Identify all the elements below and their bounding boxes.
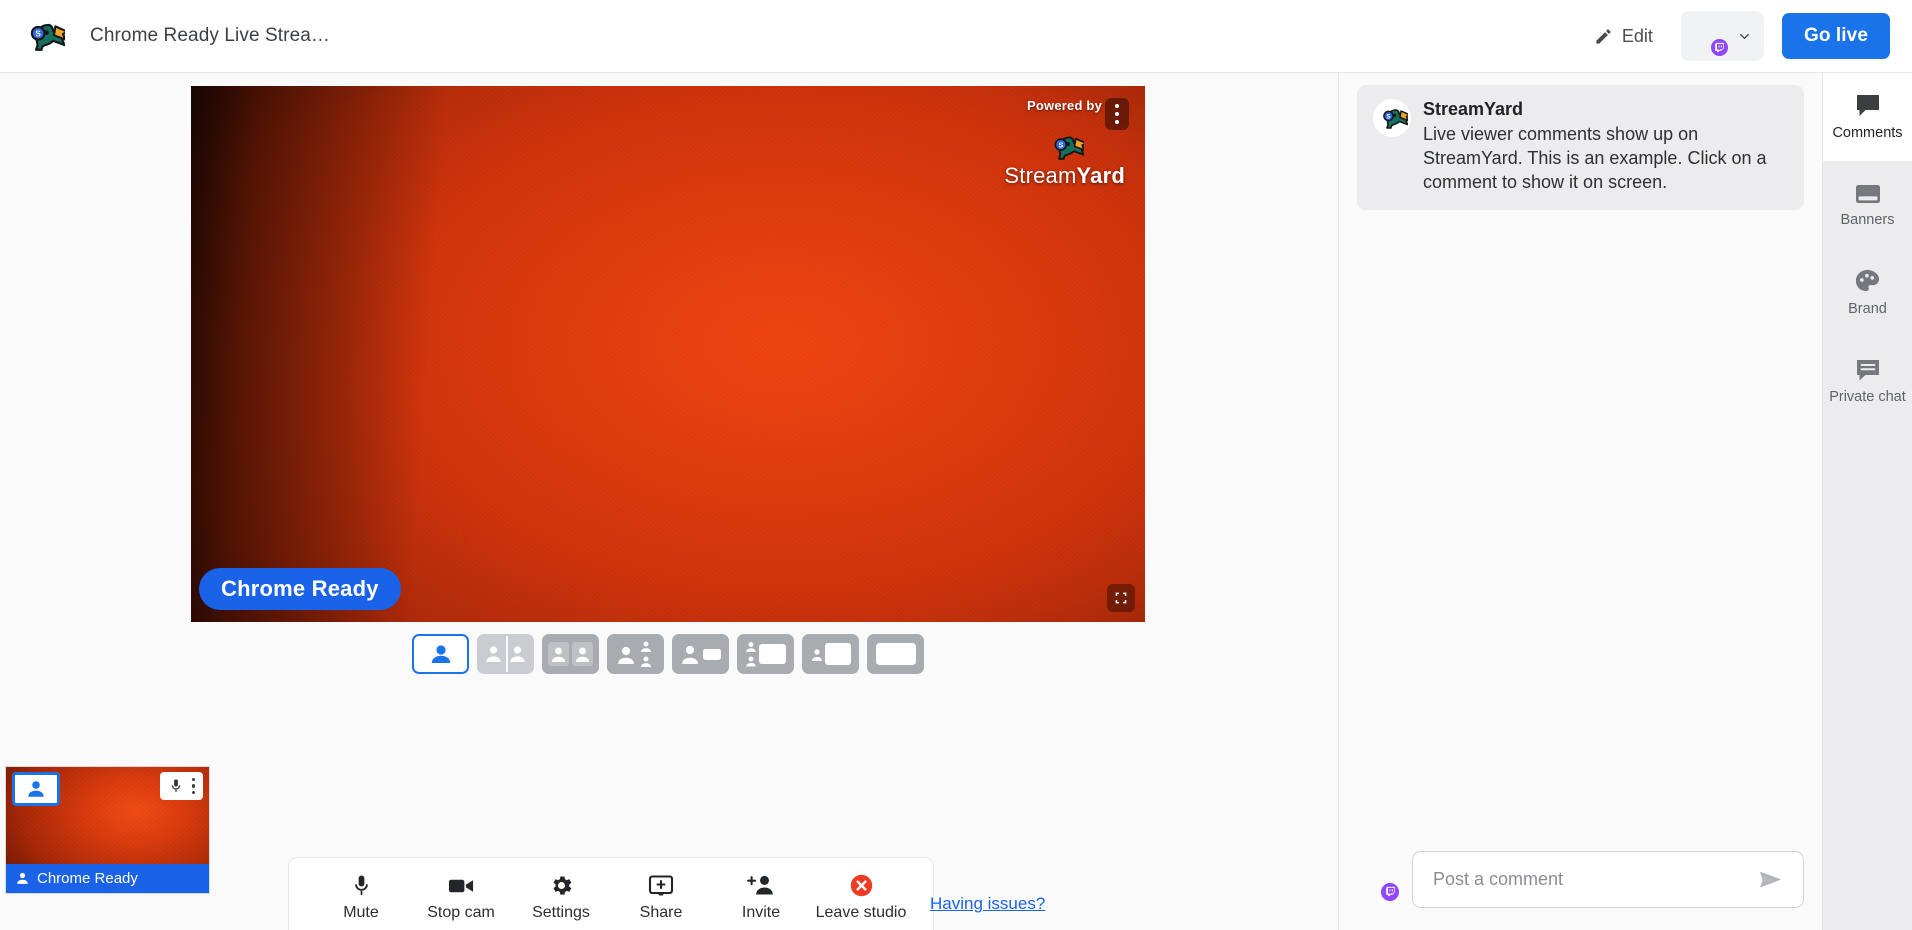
stage-area: Powered by S StreamYard Chrome Ready Chr… [0, 73, 1338, 930]
leave-x-circle-icon [849, 873, 874, 899]
stop-cam-label: Stop cam [427, 903, 495, 921]
rail-item-banners[interactable]: Banners [1823, 161, 1912, 249]
layout-group-two[interactable] [542, 634, 599, 674]
comments-panel: S StreamYard Live viewer comments show u… [1338, 73, 1822, 930]
participant-tile[interactable]: Chrome Ready [5, 766, 210, 894]
comment-author: StreamYard [1423, 99, 1524, 119]
app-header: S Chrome Ready Live Strea… Edit Go live [0, 0, 1912, 73]
rail-item-brand[interactable]: Brand [1823, 249, 1912, 337]
go-live-button[interactable]: Go live [1781, 13, 1890, 59]
palette-icon [1854, 268, 1881, 295]
rail-label-private-chat: Private chat [1829, 388, 1906, 405]
twitch-icon [1708, 37, 1730, 58]
studio-toolbar: Mute Stop cam Settings Share Invite Leav… [288, 857, 934, 930]
share-label: Share [639, 903, 683, 921]
layout-person-screen[interactable] [672, 634, 729, 674]
private-chat-icon [1854, 357, 1882, 383]
preview-more-options-icon[interactable] [1105, 98, 1129, 130]
having-issues-link[interactable]: Having issues? [930, 894, 1045, 914]
banner-icon [1854, 182, 1882, 206]
page-title: Chrome Ready Live Strea… [90, 25, 331, 46]
comment-input[interactable] [1433, 869, 1754, 890]
comment-text: Live viewer comments show up on StreamYa… [1423, 124, 1767, 192]
pencil-icon [1594, 27, 1613, 46]
preview-vignette [191, 86, 1145, 622]
rail-label-comments: Comments [1832, 125, 1903, 142]
share-button[interactable]: Share [611, 858, 711, 930]
rail-label-brand: Brand [1848, 301, 1887, 318]
avatar [1689, 17, 1730, 58]
video-camera-icon [448, 873, 475, 899]
layout-screen-only[interactable] [867, 634, 924, 674]
gear-icon [549, 873, 574, 899]
comment-composer [1339, 837, 1822, 930]
comments-list: S StreamYard Live viewer comments show u… [1339, 73, 1822, 837]
screen-share-plus-icon [648, 873, 674, 899]
edit-label: Edit [1621, 25, 1653, 46]
layout-split-divider [505, 636, 508, 672]
person-add-icon [747, 873, 775, 899]
layout-one-plus-two[interactable] [607, 634, 664, 674]
settings-label: Settings [532, 903, 590, 921]
settings-button[interactable]: Settings [511, 858, 611, 930]
layout-selector [191, 634, 1145, 674]
edit-button[interactable]: Edit [1584, 20, 1663, 53]
tools-rail: Comments Banners Brand Private chat [1822, 73, 1912, 930]
studio-body: Powered by S StreamYard Chrome Ready Chr… [0, 73, 1912, 930]
layout-split-two[interactable] [477, 634, 534, 674]
tile-controls [159, 772, 203, 800]
tile-participant-name: Chrome Ready [37, 870, 138, 887]
list-item[interactable]: S StreamYard Live viewer comments show u… [1357, 85, 1804, 211]
on-screen-name-pill: Chrome Ready [199, 568, 401, 610]
header-actions: Edit Go live [1584, 11, 1890, 61]
rail-label-banners: Banners [1840, 211, 1895, 228]
fullscreen-icon[interactable] [1107, 584, 1135, 612]
broadcast-preview: Powered by S StreamYard Chrome Ready [191, 86, 1145, 622]
layout-two-stack-screen[interactable] [737, 634, 794, 674]
twitch-icon [1379, 880, 1401, 903]
comment-bubble-icon [1854, 92, 1882, 119]
person-icon [15, 871, 30, 886]
stop-cam-button[interactable]: Stop cam [411, 858, 511, 930]
invite-button[interactable]: Invite [711, 858, 811, 930]
destination-selector[interactable] [1680, 11, 1764, 61]
comment-author-avatar: S [1373, 99, 1411, 137]
streamyard-duck-logo-icon: S [20, 13, 66, 59]
composer-avatar [1357, 859, 1401, 903]
mute-label: Mute [343, 903, 379, 921]
microphone-icon[interactable] [165, 776, 187, 796]
comment-input-wrapper[interactable] [1412, 851, 1804, 908]
leave-studio-button[interactable]: Leave studio [811, 858, 911, 930]
mute-button[interactable]: Mute [311, 858, 411, 930]
layout-solo[interactable] [412, 634, 469, 674]
rail-item-private-chat[interactable]: Private chat [1823, 337, 1912, 425]
send-icon[interactable] [1754, 863, 1787, 896]
svg-text:S: S [35, 30, 41, 39]
leave-studio-label: Leave studio [815, 903, 907, 921]
tile-more-options-icon[interactable] [189, 777, 199, 796]
add-to-stage-icon[interactable] [12, 772, 60, 806]
svg-text:S: S [1386, 115, 1390, 121]
layout-small-person-screen[interactable] [802, 634, 859, 674]
streamyard-studio: S Chrome Ready Live Strea… Edit Go live … [0, 0, 1912, 930]
invite-label: Invite [741, 903, 781, 921]
tile-name-bar: Chrome Ready [6, 864, 209, 893]
microphone-icon [350, 873, 373, 899]
comment-body: StreamYard Live viewer comments show up … [1423, 99, 1788, 194]
rail-item-comments[interactable]: Comments [1823, 73, 1912, 161]
chevron-down-icon [1737, 29, 1752, 44]
